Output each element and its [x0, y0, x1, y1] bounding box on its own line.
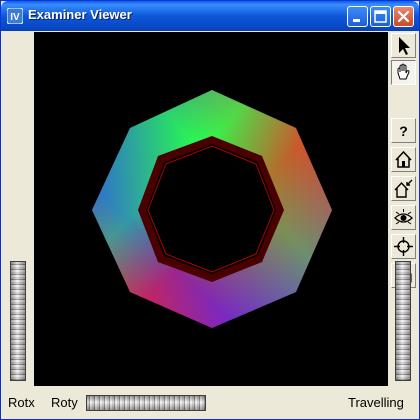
set-home-button[interactable]: [391, 176, 416, 201]
3d-viewport[interactable]: [34, 32, 388, 386]
hand-icon: [397, 63, 410, 80]
maximize-button[interactable]: [370, 6, 391, 27]
right-toolbar: ?: [389, 32, 419, 386]
home-icon: [395, 150, 412, 168]
help-button[interactable]: ?: [391, 118, 416, 143]
rotx-thumbwheel[interactable]: [10, 261, 26, 381]
svg-text:?: ?: [399, 123, 408, 139]
rotx-label: Rotx: [8, 395, 35, 410]
view-mode-button[interactable]: [391, 60, 416, 85]
crosshair-icon: [394, 237, 413, 256]
roty-thumbwheel[interactable]: [86, 395, 206, 411]
home-button[interactable]: [391, 147, 416, 172]
close-button[interactable]: [393, 6, 414, 27]
examiner-viewer-window: IV Examiner Viewer ? Rotx Roty Travellin…: [0, 0, 420, 420]
seek-button[interactable]: [391, 234, 416, 259]
arrow-pointer-icon: [399, 37, 410, 55]
maximize-icon: [374, 10, 387, 23]
dolly-label: Travelling: [348, 395, 404, 410]
close-icon: [397, 10, 410, 23]
app-icon: IV: [7, 8, 23, 24]
eye-icon: [394, 209, 413, 225]
title-bar[interactable]: IV Examiner Viewer: [1, 1, 419, 31]
set-home-icon: [394, 179, 413, 198]
dolly-thumbwheel[interactable]: [395, 261, 411, 381]
question-mark-icon: ?: [399, 123, 408, 139]
svg-text:IV: IV: [10, 12, 20, 23]
roty-label: Roty: [51, 395, 78, 410]
window-title: Examiner Viewer: [28, 7, 132, 22]
pick-mode-button[interactable]: [391, 33, 416, 58]
octagon-torus-render: [92, 90, 332, 328]
left-decoration-bar: [1, 32, 34, 386]
minimize-icon: [353, 19, 360, 22]
view-all-button[interactable]: [391, 205, 416, 230]
minimize-button[interactable]: [347, 6, 368, 27]
